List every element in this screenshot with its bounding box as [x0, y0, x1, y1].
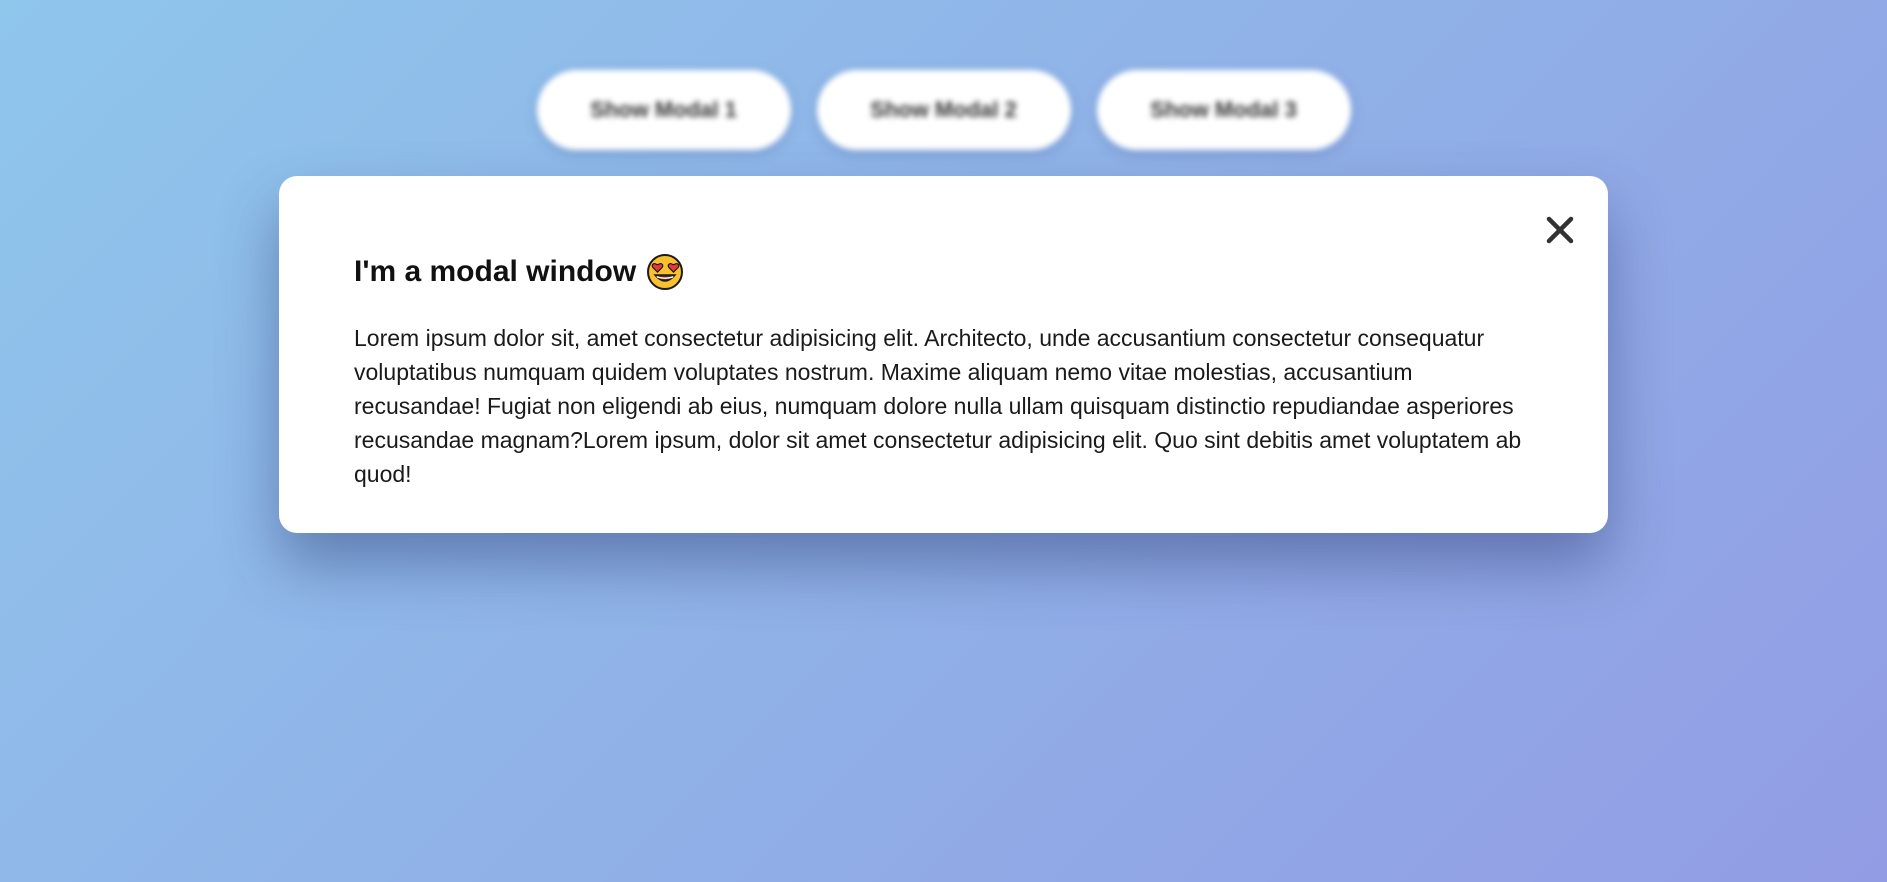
- heart-eyes-emoji-icon: [647, 254, 684, 290]
- modal-title-text: I'm a modal window: [354, 255, 637, 288]
- modal-window: I'm a modal window Lorem ipsum dolor sit…: [279, 176, 1608, 533]
- modal-body-text: Lorem ipsum dolor sit, amet consectetur …: [354, 325, 1522, 487]
- modal-trigger-buttons: Show Modal 1 Show Modal 2 Show Modal 3: [0, 70, 1887, 150]
- show-modal-1-button[interactable]: Show Modal 1: [536, 70, 791, 150]
- show-modal-3-button[interactable]: Show Modal 3: [1096, 70, 1351, 150]
- modal-title: I'm a modal window: [354, 252, 1533, 292]
- close-icon: [1546, 216, 1574, 244]
- close-modal-button[interactable]: [1536, 206, 1584, 254]
- show-modal-2-button[interactable]: Show Modal 2: [816, 70, 1071, 150]
